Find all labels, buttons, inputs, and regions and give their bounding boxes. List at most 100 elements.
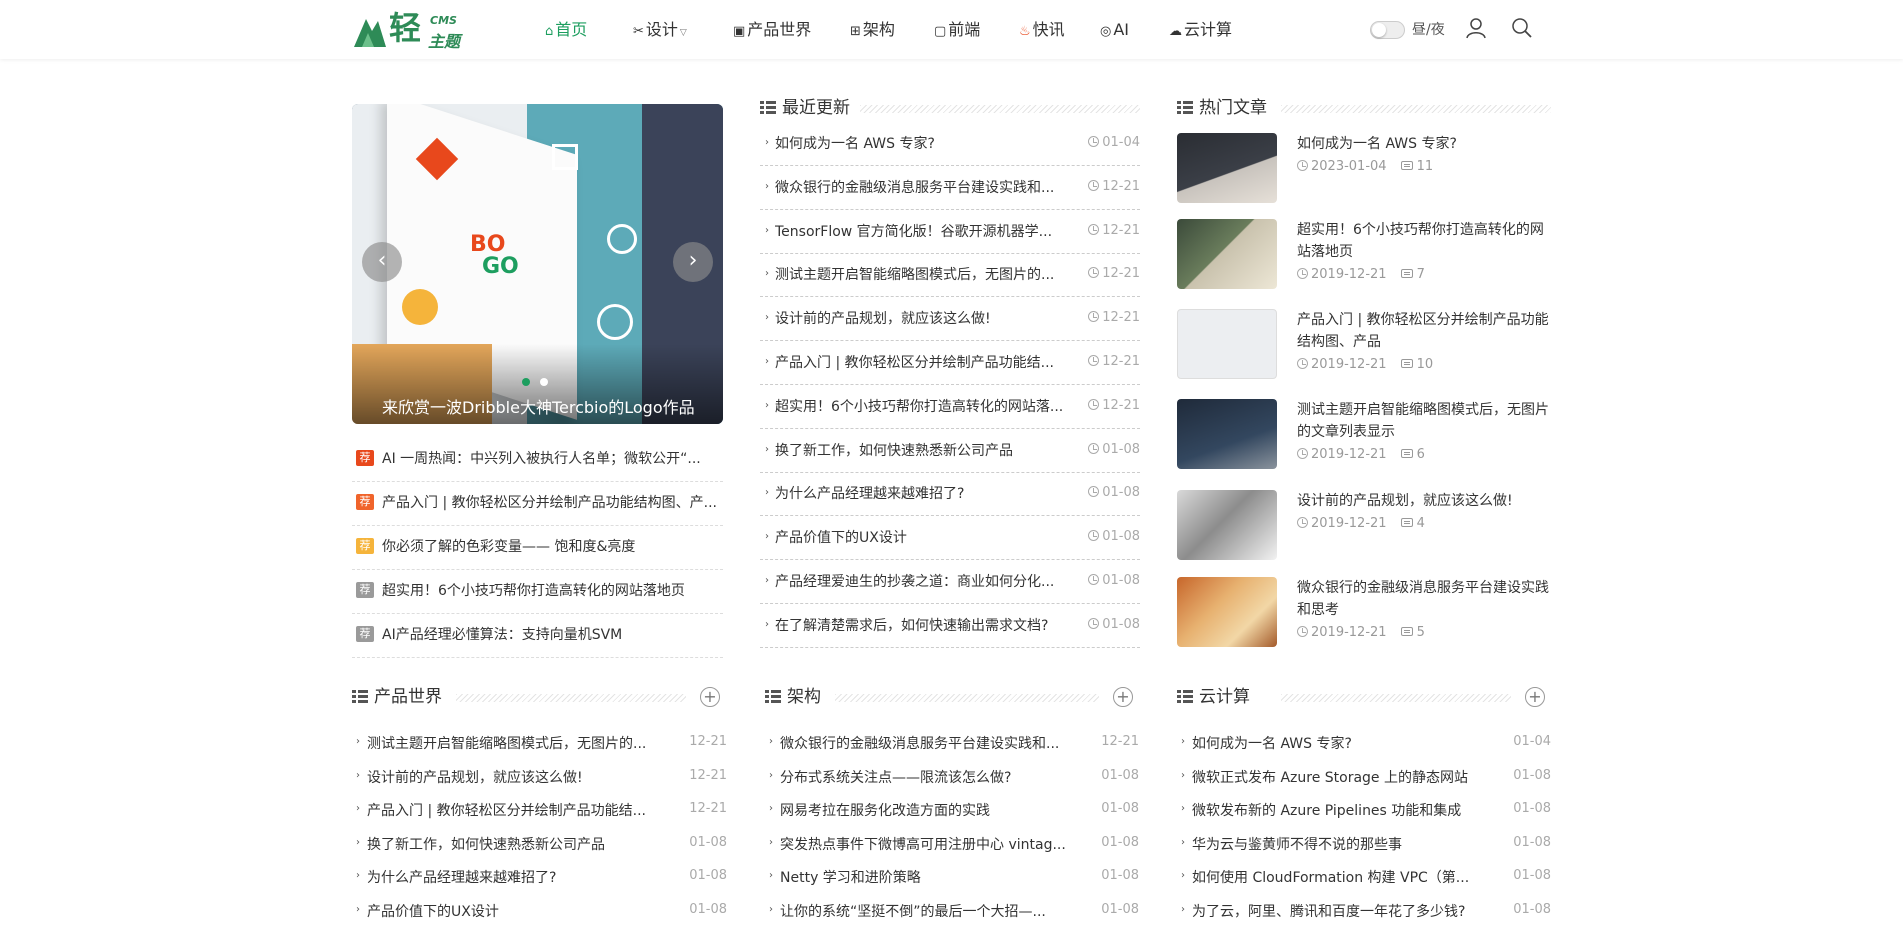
- hot-article[interactable]: 产品入门 | 教你轻松区分并绘制产品功能结构图、产品 2019-12-21 10: [1177, 309, 1551, 383]
- article-thumbnail[interactable]: [1177, 219, 1277, 289]
- latest-item[interactable]: › 产品入门 | 教你轻松区分并绘制产品功能结... 12-21: [760, 342, 1140, 385]
- section-list-item[interactable]: › 网易考拉在服务化改造方面的实践 01-08: [765, 793, 1139, 827]
- section-item-title[interactable]: 网易考拉在服务化改造方面的实践: [780, 800, 1074, 820]
- recommended-item[interactable]: 荐产品入门 | 教你轻松区分并绘制产品功能结构图、产...: [352, 482, 723, 526]
- section-list-item[interactable]: › 设计前的产品规划，就应该这么做! 12-21: [352, 760, 727, 794]
- nav-item-architecture[interactable]: ⊞ 架构: [850, 0, 895, 59]
- section-item-title[interactable]: 如何成为一名 AWS 专家?: [1192, 733, 1486, 753]
- latest-item[interactable]: › 如何成为一名 AWS 专家? 01-04: [760, 123, 1140, 166]
- section-item-title[interactable]: 微众银行的金融级消息服务平台建设实践和...: [780, 733, 1074, 753]
- slider-dot-active[interactable]: [522, 378, 530, 386]
- latest-item[interactable]: › 换了新工作，如何快速熟悉新公司产品 01-08: [760, 430, 1140, 473]
- section-item-title[interactable]: Netty 学习和进阶策略: [780, 867, 1074, 887]
- site-logo[interactable]: 轻 CMS 主题: [352, 7, 462, 51]
- section-item-title[interactable]: 测试主题开启智能缩略图模式后，无图片的...: [367, 733, 661, 753]
- nav-item-ai[interactable]: ◎ AI: [1100, 0, 1129, 59]
- article-thumbnail[interactable]: [1177, 133, 1277, 203]
- section-list-item[interactable]: › 分布式系统关注点——限流该怎么做? 01-08: [765, 760, 1139, 794]
- section-item-title[interactable]: 突发热点事件下微博高可用注册中心 vintag...: [780, 834, 1074, 854]
- article-thumbnail[interactable]: [1177, 399, 1277, 469]
- hot-article-title[interactable]: 产品入门 | 教你轻松区分并绘制产品功能结构图、产品: [1297, 309, 1551, 353]
- nav-item-frontend[interactable]: ▢ 前端: [934, 0, 980, 59]
- plus-icon[interactable]: +: [1113, 687, 1133, 707]
- section-item-title[interactable]: 华为云与鉴黄师不得不说的那些事: [1192, 834, 1486, 854]
- plus-icon[interactable]: +: [1525, 687, 1545, 707]
- slider-dot[interactable]: [540, 378, 548, 386]
- section-list-item[interactable]: › 测试主题开启智能缩略图模式后，无图片的... 12-21: [352, 726, 727, 760]
- recommended-item[interactable]: 荐 AI产品经理必懂算法：支持向量机SVM: [352, 614, 723, 658]
- latest-item-title[interactable]: 测试主题开启智能缩略图模式后，无图片的...: [775, 264, 1065, 284]
- recommended-title[interactable]: 你必须了解的色彩变量—— 饱和度&亮度: [382, 536, 722, 556]
- recommended-item[interactable]: 荐 AI 一周热闻：中兴列入被执行人名单；微软公开“...: [352, 438, 723, 482]
- latest-item-title[interactable]: 设计前的产品规划，就应该这么做!: [775, 308, 1065, 328]
- latest-item[interactable]: › 为什么产品经理越来越难招了? 01-08: [760, 473, 1140, 517]
- hot-article[interactable]: 微众银行的金融级消息服务平台建设实践和思考 2019-12-21 5: [1177, 577, 1551, 651]
- recommended-item[interactable]: 荐你必须了解的色彩变量—— 饱和度&亮度: [352, 526, 723, 570]
- section-list-item[interactable]: › 微软正式发布 Azure Storage 上的静态网站 01-08: [1177, 760, 1551, 794]
- latest-item[interactable]: › 在了解清楚需求后，如何快速输出需求文档? 01-08: [760, 605, 1140, 648]
- latest-item[interactable]: › TensorFlow 官方简化版！谷歌开源机器学... 12-21: [760, 211, 1140, 254]
- section-list-item[interactable]: › 华为云与鉴黄师不得不说的那些事 01-08: [1177, 827, 1551, 861]
- latest-item[interactable]: › 微众银行的金融级消息服务平台建设实践和... 12-21: [760, 167, 1140, 210]
- section-list-item[interactable]: › 产品价值下的UX设计 01-08: [352, 894, 727, 928]
- latest-item[interactable]: › 超实用！6个小技巧帮你打造高转化的网站落... 12-21: [760, 386, 1140, 429]
- recommended-title[interactable]: 产品入门 | 教你轻松区分并绘制产品功能结构图、产...: [382, 492, 722, 512]
- nav-item-product-world[interactable]: ▣ 产品世界: [733, 0, 811, 59]
- section-list-item[interactable]: › 如何使用 CloudFormation 构建 VPC（第... 01-08: [1177, 860, 1551, 894]
- recommended-title[interactable]: AI产品经理必懂算法：支持向量机SVM: [382, 624, 722, 644]
- slider-next-button[interactable]: ›: [673, 242, 713, 282]
- hot-article[interactable]: 超实用！6个小技巧帮你打造高转化的网站落地页 2019-12-21 7: [1177, 219, 1551, 293]
- section-item-title[interactable]: 设计前的产品规划，就应该这么做!: [367, 767, 661, 787]
- latest-item[interactable]: › 测试主题开启智能缩略图模式后，无图片的... 12-21: [760, 254, 1140, 298]
- hot-article-title[interactable]: 如何成为一名 AWS 专家?: [1297, 133, 1551, 155]
- nav-item-cloud[interactable]: ☁ 云计算: [1169, 0, 1232, 59]
- section-list-item[interactable]: › Netty 学习和进阶策略 01-08: [765, 860, 1139, 894]
- theme-toggle[interactable]: [1370, 21, 1405, 39]
- latest-item[interactable]: › 产品经理爱迪生的抄袭之道：商业如何分化... 01-08: [760, 561, 1140, 604]
- section-list-item[interactable]: › 让你的系统“坚挺不倒”的最后一个大招—... 01-08: [765, 894, 1139, 928]
- slider-prev-button[interactable]: ‹: [362, 242, 402, 282]
- section-list-item[interactable]: › 如何成为一名 AWS 专家? 01-04: [1177, 726, 1551, 760]
- section-item-title[interactable]: 微软发布新的 Azure Pipelines 功能和集成: [1192, 800, 1486, 820]
- user-icon[interactable]: [1464, 16, 1488, 40]
- latest-item-title[interactable]: 超实用！6个小技巧帮你打造高转化的网站落...: [775, 396, 1065, 416]
- section-list-item[interactable]: › 产品入门 | 教你轻松区分并绘制产品功能结... 12-21: [352, 793, 727, 827]
- article-thumbnail[interactable]: [1177, 577, 1277, 647]
- article-thumbnail[interactable]: [1177, 490, 1277, 560]
- recommended-item[interactable]: 荐超实用！6个小技巧帮你打造高转化的网站落地页: [352, 570, 723, 614]
- latest-item[interactable]: › 设计前的产品规划，就应该这么做! 12-21: [760, 298, 1140, 342]
- section-item-title[interactable]: 让你的系统“坚挺不倒”的最后一个大招—...: [780, 901, 1074, 921]
- search-icon[interactable]: [1510, 16, 1534, 40]
- hot-article[interactable]: 设计前的产品规划，就应该这么做! 2019-12-21 4: [1177, 490, 1551, 564]
- slide-caption[interactable]: 来欣赏一波Dribble大神Tercbio的Logo作品: [382, 394, 695, 418]
- section-item-title[interactable]: 分布式系统关注点——限流该怎么做?: [780, 767, 1074, 787]
- hot-article-title[interactable]: 测试主题开启智能缩略图模式后，无图片的文章列表显示: [1297, 399, 1551, 443]
- latest-item-title[interactable]: 换了新工作，如何快速熟悉新公司产品: [775, 440, 1065, 460]
- section-item-title[interactable]: 如何使用 CloudFormation 构建 VPC（第...: [1192, 867, 1486, 887]
- section-item-title[interactable]: 换了新工作，如何快速熟悉新公司产品: [367, 834, 661, 854]
- hot-article[interactable]: 测试主题开启智能缩略图模式后，无图片的文章列表显示 2019-12-21 6: [1177, 399, 1551, 473]
- nav-item-home[interactable]: ⌂ 首页: [545, 0, 587, 59]
- hot-article-title[interactable]: 超实用！6个小技巧帮你打造高转化的网站落地页: [1297, 219, 1551, 263]
- hot-article[interactable]: 如何成为一名 AWS 专家? 2023-01-04 11: [1177, 133, 1551, 207]
- nav-item-news[interactable]: ♨ 快讯: [1019, 0, 1065, 59]
- latest-item[interactable]: › 产品价值下的UX设计 01-08: [760, 517, 1140, 561]
- latest-item-title[interactable]: 产品价值下的UX设计: [775, 527, 1065, 547]
- section-list-item[interactable]: › 换了新工作，如何快速熟悉新公司产品 01-08: [352, 827, 727, 861]
- latest-item-title[interactable]: 如何成为一名 AWS 专家?: [775, 133, 1065, 153]
- section-list-item[interactable]: › 为了云，阿里、腾讯和百度一年花了多少钱? 01-08: [1177, 894, 1551, 928]
- section-item-title[interactable]: 微软正式发布 Azure Storage 上的静态网站: [1192, 767, 1486, 787]
- hot-article-title[interactable]: 微众银行的金融级消息服务平台建设实践和思考: [1297, 577, 1551, 621]
- section-item-title[interactable]: 为什么产品经理越来越难招了?: [367, 867, 661, 887]
- featured-slider[interactable]: BO GO ‹ › 来欣赏一波Dribble大神Tercbio的Logo作品: [352, 104, 723, 424]
- section-item-title[interactable]: 为了云，阿里、腾讯和百度一年花了多少钱?: [1192, 901, 1486, 921]
- latest-item-title[interactable]: 微众银行的金融级消息服务平台建设实践和...: [775, 177, 1065, 197]
- nav-item-design[interactable]: ✂ 设计 ▽: [633, 0, 687, 59]
- latest-item-title[interactable]: 产品经理爱迪生的抄袭之道：商业如何分化...: [775, 571, 1065, 591]
- plus-icon[interactable]: +: [700, 687, 720, 707]
- latest-item-title[interactable]: 为什么产品经理越来越难招了?: [775, 483, 1065, 503]
- section-list-item[interactable]: › 微软发布新的 Azure Pipelines 功能和集成 01-08: [1177, 793, 1551, 827]
- recommended-title[interactable]: 超实用！6个小技巧帮你打造高转化的网站落地页: [382, 580, 722, 600]
- latest-item-title[interactable]: 在了解清楚需求后，如何快速输出需求文档?: [775, 615, 1065, 635]
- recommended-title[interactable]: AI 一周热闻：中兴列入被执行人名单；微软公开“...: [382, 448, 722, 468]
